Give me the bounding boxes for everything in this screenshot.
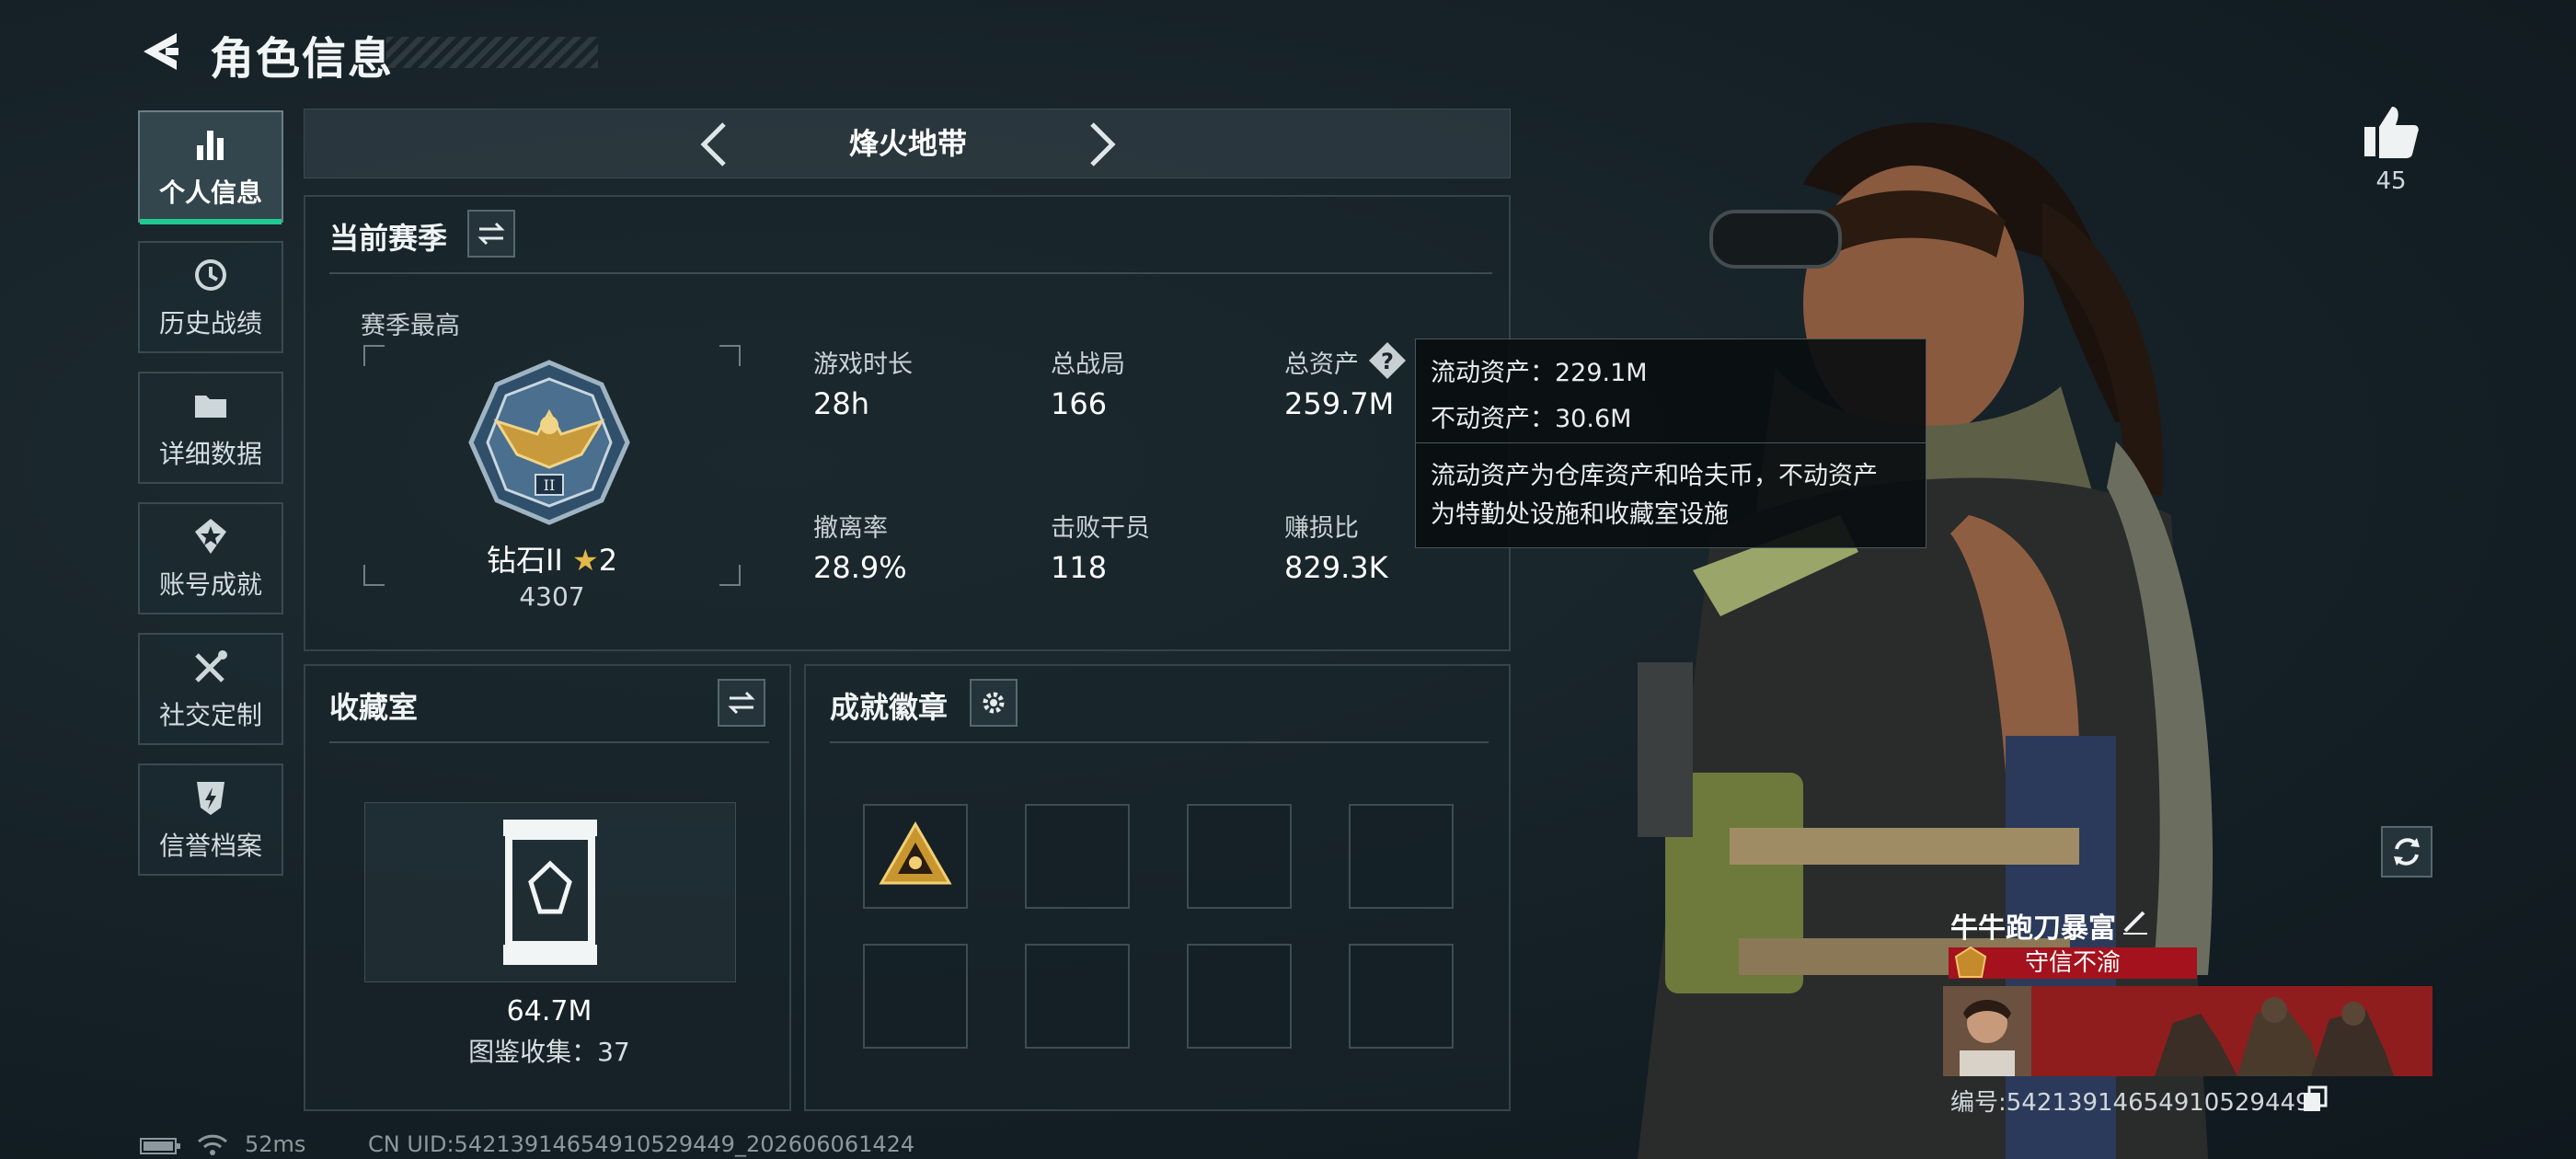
badge-star-icon	[195, 519, 226, 554]
swap-season-button[interactable]	[467, 210, 515, 258]
diamond-rank-emblem-icon: II	[468, 360, 630, 525]
achievement-badge-icon	[879, 821, 952, 885]
stat-label-kills: 击败干员	[1051, 514, 1150, 543]
season-panel: 当前赛季 赛季最高 II 钻石II ★2 4307 游戏时长 28h 总战局 1…	[304, 195, 1511, 651]
sidebar-item-reputation[interactable]: 信誉档案	[138, 763, 283, 876]
divider	[329, 272, 1492, 274]
divider	[1416, 442, 1927, 443]
history-clock-icon	[195, 259, 226, 291]
tooltip-liquid-assets: 流动资产：229.1M	[1431, 359, 1648, 387]
achievement-slot[interactable]	[1025, 804, 1130, 909]
rank-line: 钻石II ★2	[362, 537, 742, 580]
tooltip-fixed-assets: 不动资产：30.6M	[1431, 405, 1632, 433]
uid-text: CN UID:5421391465491052944​9_20260606142…	[368, 1131, 915, 1157]
refresh-button[interactable]	[2381, 826, 2432, 878]
sidebar-item-label: 个人信息	[158, 178, 262, 208]
sidebar-item-label: 信誉档案	[158, 831, 262, 861]
tooltip-desc-line1: 流动资产为仓库资产和哈夫币，不动资产	[1431, 462, 1878, 490]
sidebar-item-history[interactable]: 历史战绩	[138, 241, 283, 353]
copy-icon[interactable]	[2302, 1085, 2328, 1113]
back-arrow-icon[interactable]	[138, 28, 186, 75]
battery-icon	[140, 1138, 180, 1154]
sidebar-item-label: 账号成就	[158, 569, 262, 600]
stat-label-profit-ratio: 赚损比	[1284, 514, 1359, 543]
collection-display[interactable]	[364, 802, 736, 982]
sidebar-item-detailed-data[interactable]: 详细数据	[138, 372, 283, 484]
achievement-slot[interactable]	[1349, 944, 1454, 1049]
sidebar-item-label: 详细数据	[158, 439, 262, 469]
achievement-slot[interactable]	[1187, 944, 1292, 1049]
collection-panel: 收藏室 64.7M 图鉴收集：37	[304, 664, 791, 1111]
rank-score: 4307	[519, 581, 585, 612]
folder-icon	[195, 396, 226, 418]
stat-label-total-assets: 总资产	[1284, 350, 1359, 379]
reputation-badge: 守信不渝	[1949, 946, 2197, 979]
player-avatar[interactable]	[1943, 986, 2031, 1076]
stat-value-extract-rate: 28.9%	[813, 550, 907, 585]
achievement-slot[interactable]	[1025, 944, 1130, 1049]
likes-count: 45	[2375, 167, 2407, 195]
tools-icon	[195, 650, 227, 683]
season-title: 当前赛季	[329, 221, 448, 256]
swap-arrows-icon	[477, 222, 505, 246]
sidebar-item-personal-info[interactable]: 个人信息	[138, 110, 283, 224]
achievement-slot[interactable]	[863, 944, 968, 1049]
achievement-slot[interactable]	[1349, 804, 1454, 909]
achievement-slot[interactable]	[1187, 804, 1292, 909]
sidebar-item-label: 历史战绩	[158, 308, 262, 339]
sidebar-item-social[interactable]: 社交定制	[138, 633, 283, 745]
svg-text:?: ?	[1381, 349, 1394, 374]
achievements-panel: 成就徽章	[804, 664, 1511, 1111]
player-id: 编号:5421391465491052944​9	[1950, 1089, 2311, 1117]
help-question-icon[interactable]: ?	[1367, 340, 1408, 381]
collection-title: 收藏室	[329, 690, 419, 725]
title-decoration	[386, 37, 598, 68]
mode-title: 烽火地带	[848, 126, 967, 161]
stat-value-playtime: 28h	[813, 386, 869, 421]
wifi-icon	[197, 1134, 228, 1155]
svg-text:II: II	[544, 476, 556, 494]
stat-value-profit-ratio: 829.3K	[1284, 550, 1388, 585]
assets-tooltip: 流动资产：229.1M 不动资产：30.6M 流动资产为仓库资产和哈夫币，不动资…	[1415, 339, 1927, 548]
collection-count: 图鉴收集：37	[468, 1037, 630, 1067]
sidebar-item-achievements[interactable]: 账号成就	[138, 502, 283, 614]
bar-chart-icon	[197, 131, 224, 160]
stat-label-extract-rate: 撤离率	[813, 514, 888, 543]
chevron-left-icon[interactable]	[691, 119, 737, 170]
swap-collection-button[interactable]	[718, 679, 765, 727]
player-name: 牛牛跑刀暴富	[1950, 912, 2116, 945]
achievement-slot[interactable]	[863, 804, 968, 909]
stat-value-total-assets: 259.7M	[1284, 386, 1395, 421]
achievements-title: 成就徽章	[830, 690, 949, 725]
banner-soldiers-art	[2155, 997, 2394, 1076]
reputation-label: 守信不渝	[2024, 949, 2121, 977]
stat-value-matches: 166	[1051, 386, 1108, 421]
divider	[830, 741, 1489, 743]
display-cabinet-icon	[503, 820, 597, 965]
gear-icon	[983, 692, 1005, 714]
shield-bolt-icon	[197, 782, 224, 815]
stat-label-playtime: 游戏时长	[813, 350, 913, 379]
stat-label-matches: 总战局	[1051, 350, 1125, 379]
achievement-settings-button[interactable]	[970, 679, 1018, 727]
edit-pencil-icon[interactable]	[2120, 905, 2151, 936]
player-banner	[1943, 986, 2432, 1076]
ping-text: 52ms	[245, 1131, 306, 1157]
rank-name: 钻石II	[486, 543, 563, 578]
mode-selector: 烽火地带	[304, 109, 1511, 178]
star-icon: ★	[572, 543, 599, 578]
divider	[329, 741, 769, 743]
tooltip-desc-line2: 为特勤处设施和收藏室设施	[1431, 500, 1729, 529]
season-highest-label: 赛季最高	[361, 312, 460, 340]
stat-value-kills: 118	[1051, 550, 1108, 585]
swap-arrows-icon	[728, 691, 755, 715]
thumbs-up-icon[interactable]	[2361, 101, 2421, 162]
page-title: 角色信息	[210, 33, 395, 85]
collection-value: 64.7M	[506, 995, 592, 1027]
chevron-right-icon[interactable]	[1079, 119, 1125, 170]
refresh-icon	[2394, 838, 2420, 866]
sidebar-item-label: 社交定制	[158, 700, 262, 730]
rank-stars: 2	[598, 543, 618, 578]
